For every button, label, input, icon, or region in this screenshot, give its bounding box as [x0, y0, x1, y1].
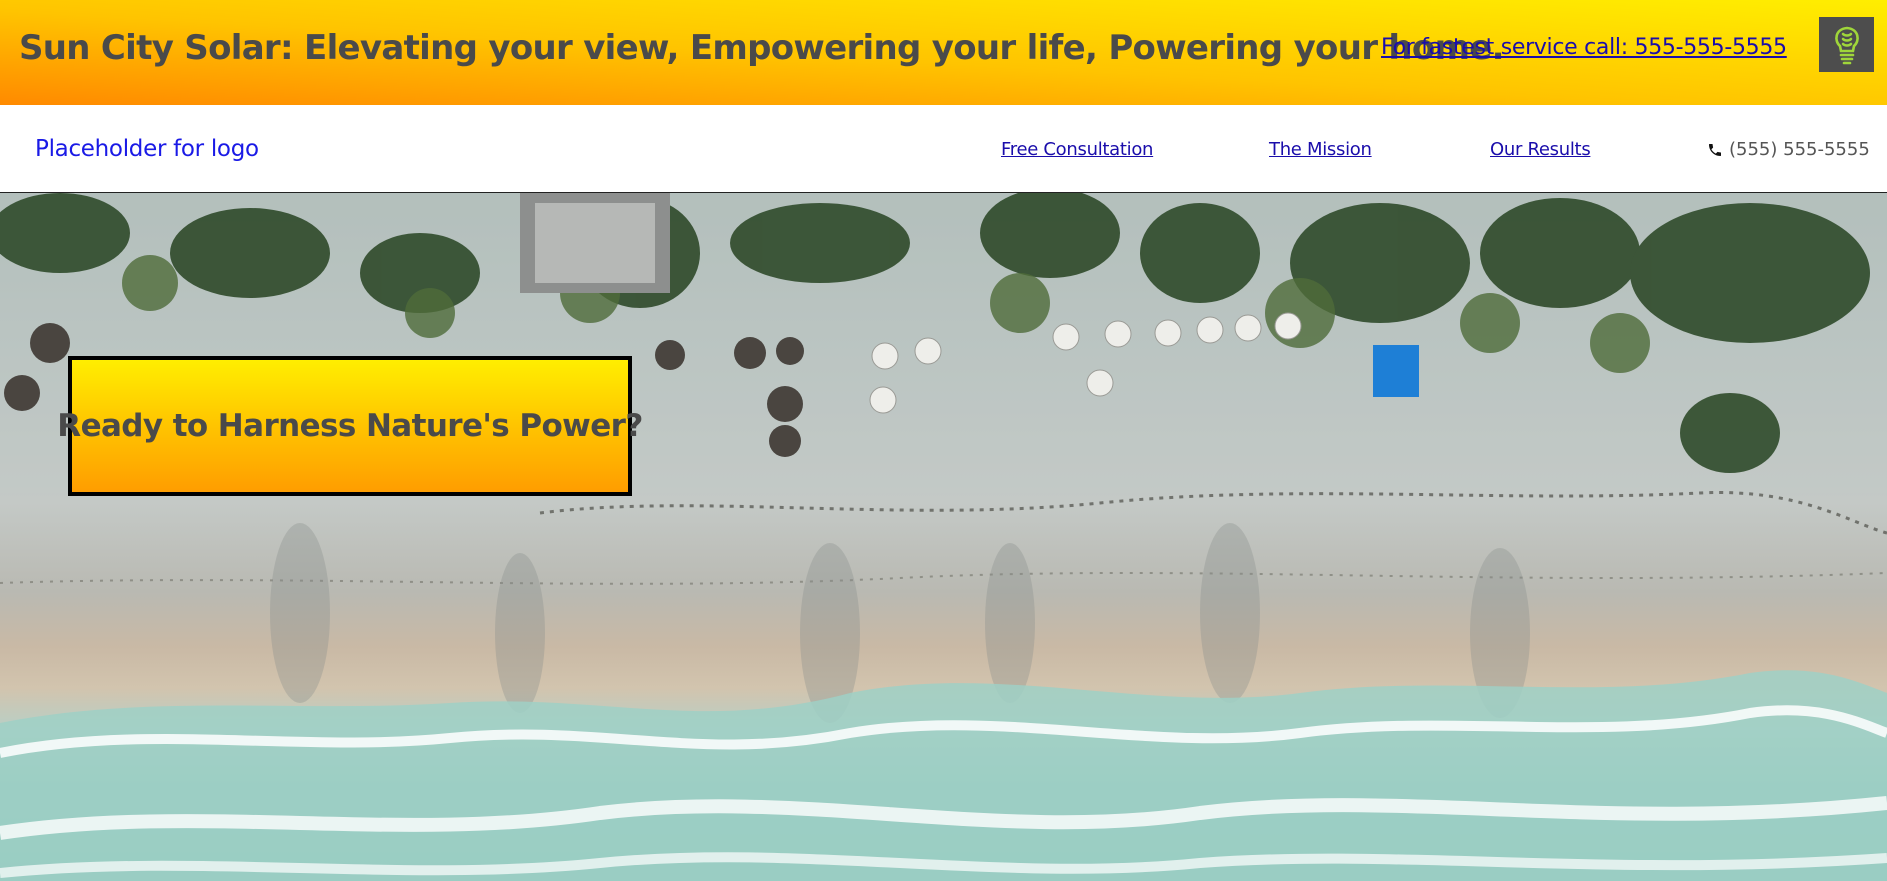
- nav-link-our-results[interactable]: Our Results: [1490, 139, 1591, 160]
- nav-link-the-mission[interactable]: The Mission: [1269, 139, 1372, 160]
- phone-icon: [1709, 143, 1721, 156]
- nav-bar: Placeholder for logo Free Consultation T…: [0, 105, 1887, 193]
- beach-aerial-image: [0, 193, 1887, 881]
- nav-link-free-consultation[interactable]: Free Consultation: [1001, 139, 1153, 160]
- lightbulb-icon[interactable]: [1819, 17, 1874, 72]
- cta-box[interactable]: Ready to Harness Nature's Power?: [57, 356, 643, 496]
- banner-title: Sun City Solar: Elevating your view, Emp…: [19, 28, 1505, 68]
- top-banner: Sun City Solar: Elevating your view, Emp…: [0, 0, 1887, 105]
- logo-placeholder[interactable]: Placeholder for logo: [35, 136, 259, 162]
- cta-heading: Ready to Harness Nature's Power?: [57, 408, 643, 444]
- call-link[interactable]: For fastest service call: 555-555-5555: [1381, 35, 1787, 60]
- hero-section: Ready to Harness Nature's Power?: [0, 193, 1887, 881]
- phone-number: (555) 555-5555: [1729, 139, 1870, 160]
- nav-phone[interactable]: (555) 555-5555: [1707, 139, 1870, 160]
